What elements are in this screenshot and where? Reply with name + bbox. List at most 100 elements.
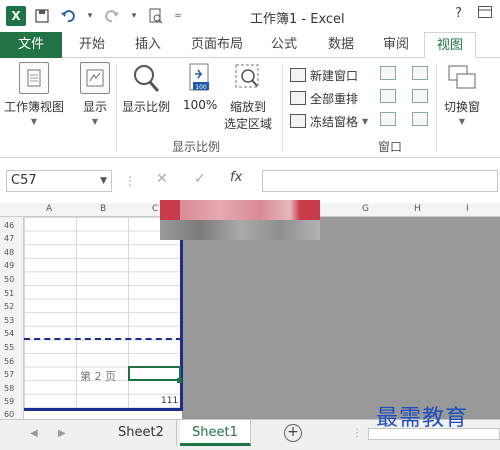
formula-input[interactable] [262, 170, 498, 192]
row-header[interactable]: 59 [4, 397, 14, 406]
ribbon-view: 工作簿视图 ▼ 显示 ▼ 显示比例 100 100% 缩放到 选定区域 显示比例… [0, 58, 500, 158]
insert-function-button[interactable]: fx [230, 170, 242, 185]
selected-cell-c57[interactable] [128, 366, 181, 381]
row-header[interactable]: 54 [4, 329, 14, 338]
new-window-icon [290, 68, 306, 82]
chevron-down-icon: ▼ [30, 117, 38, 126]
column-header-i[interactable]: I [466, 204, 469, 214]
tab-home[interactable]: 开始 [70, 32, 114, 58]
row-header[interactable]: 50 [4, 275, 14, 284]
chevron-down-icon: ▼ [458, 117, 466, 126]
unhide-icon[interactable] [380, 112, 396, 126]
zoom-label: 显示比例 [122, 100, 171, 114]
show-icon [80, 62, 110, 94]
reset-window-position-icon[interactable] [412, 112, 428, 126]
row-header[interactable]: 58 [4, 384, 14, 393]
zoom-100-button[interactable]: 100 100% [183, 62, 217, 112]
redo-icon[interactable] [102, 6, 122, 26]
tab-file[interactable]: 文件 [0, 32, 62, 58]
arrange-all-label: 全部重排 [310, 91, 359, 106]
group-divider [116, 64, 117, 152]
row-header[interactable]: 55 [4, 343, 14, 352]
chevron-down-icon: ▼ [362, 116, 369, 126]
chevron-down-icon[interactable]: ▼ [100, 171, 107, 191]
scroll-left-icon[interactable]: ◀ [30, 428, 38, 439]
freeze-panes-icon [290, 114, 306, 128]
zoom-to-selection-button[interactable]: 缩放到 选定区域 [224, 62, 272, 132]
tab-data[interactable]: 数据 [316, 32, 366, 58]
row-header[interactable]: 49 [4, 261, 14, 270]
row-header[interactable]: 51 [4, 289, 14, 298]
customize-qat-icon[interactable]: = [172, 6, 184, 26]
row-headers: 46 47 48 49 50 51 52 53 54 55 56 57 58 5… [0, 217, 24, 419]
row-header[interactable]: 47 [4, 234, 14, 243]
title-bar: X ▾ ▾ = 工作簿1 - Excel ? [0, 0, 500, 32]
tab-review[interactable]: 审阅 [372, 32, 420, 58]
column-header-b[interactable]: B [100, 204, 106, 214]
zoom-group-label: 显示比例 [172, 140, 221, 154]
print-preview-icon[interactable] [146, 6, 166, 26]
redacted-overlay [160, 200, 320, 240]
row-header[interactable]: 53 [4, 316, 14, 325]
quick-access-toolbar: X ▾ ▾ = [6, 6, 184, 26]
column-header-h[interactable]: H [414, 204, 421, 214]
scroll-right-icon[interactable]: ▶ [58, 428, 66, 439]
row-header[interactable]: 56 [4, 357, 14, 366]
redo-dropdown-icon[interactable]: ▾ [128, 6, 140, 26]
zoom-100-label: 100% [183, 98, 218, 112]
tab-view[interactable]: 视图 [424, 32, 476, 59]
column-header-g[interactable]: G [362, 204, 369, 214]
enter-icon[interactable]: ✓ [194, 171, 206, 187]
workbook-views-label: 工作簿视图 [4, 100, 65, 114]
ribbon-tabs: 文件 开始 插入 页面布局 公式 数据 审阅 视图 [0, 32, 500, 59]
excel-logo-icon: X [6, 6, 26, 26]
tab-formulas[interactable]: 公式 [262, 32, 306, 58]
workbook-views-button[interactable]: 工作簿视图 ▼ [4, 62, 64, 126]
name-box[interactable]: C57 ▼ [6, 170, 112, 192]
new-window-button[interactable]: 新建窗口 [290, 66, 358, 84]
drag-handle-icon[interactable]: ⋮ [124, 174, 136, 188]
zoom-selection-icon [233, 62, 263, 94]
page-break-dashed-line[interactable] [24, 338, 182, 340]
ribbon-display-options-icon[interactable] [478, 6, 492, 22]
group-divider [282, 64, 283, 152]
row-header[interactable]: 57 [4, 370, 14, 379]
zoom-button[interactable]: 显示比例 [122, 62, 170, 115]
page-break-line-horizontal[interactable] [24, 408, 183, 411]
cancel-icon[interactable]: ✕ [156, 171, 168, 187]
save-icon[interactable] [32, 6, 52, 26]
arrange-all-button[interactable]: 全部重排 [290, 89, 358, 107]
new-window-label: 新建窗口 [310, 68, 359, 83]
show-label: 显示 [82, 100, 107, 114]
help-button[interactable]: ? [455, 6, 462, 22]
zoom-to-selection-label-2: 选定区域 [224, 117, 273, 131]
watermark-text: 最需教育 [376, 406, 469, 431]
synchronous-scrolling-icon[interactable] [412, 89, 428, 103]
show-button[interactable]: 显示 ▼ [80, 62, 110, 126]
hide-icon[interactable] [380, 89, 396, 103]
tab-page-layout[interactable]: 页面布局 [182, 32, 252, 58]
undo-dropdown-icon[interactable]: ▾ [84, 6, 96, 26]
row-header[interactable]: 52 [4, 302, 14, 311]
tab-insert[interactable]: 插入 [124, 32, 172, 58]
magnifier-icon [131, 62, 161, 94]
freeze-panes-button[interactable]: 冻结窗格 ▼ [290, 112, 368, 130]
fill-handle[interactable] [177, 378, 182, 383]
switch-windows-button[interactable]: 切换窗 ▼ [444, 62, 480, 126]
sheet-tab-sheet1[interactable]: Sheet1 [180, 420, 251, 446]
column-header-c[interactable]: C [152, 204, 158, 214]
column-header-a[interactable]: A [46, 204, 52, 214]
split-icon[interactable] [380, 66, 396, 80]
row-header[interactable]: 60 [4, 410, 14, 419]
row-header[interactable]: 46 [4, 221, 14, 230]
cell-c59-value[interactable]: 111 [161, 396, 178, 406]
window-title: 工作簿1 - Excel [250, 12, 345, 27]
name-box-value: C57 [11, 173, 37, 188]
undo-icon[interactable] [58, 6, 78, 26]
non-print-area [182, 217, 500, 419]
sheet-tab-sheet2[interactable]: Sheet2 [106, 420, 177, 446]
tab-split-handle-icon[interactable]: ⋮ [352, 428, 362, 439]
add-sheet-button[interactable]: + [284, 424, 302, 442]
view-side-by-side-icon[interactable] [412, 66, 428, 80]
row-header[interactable]: 48 [4, 248, 14, 257]
